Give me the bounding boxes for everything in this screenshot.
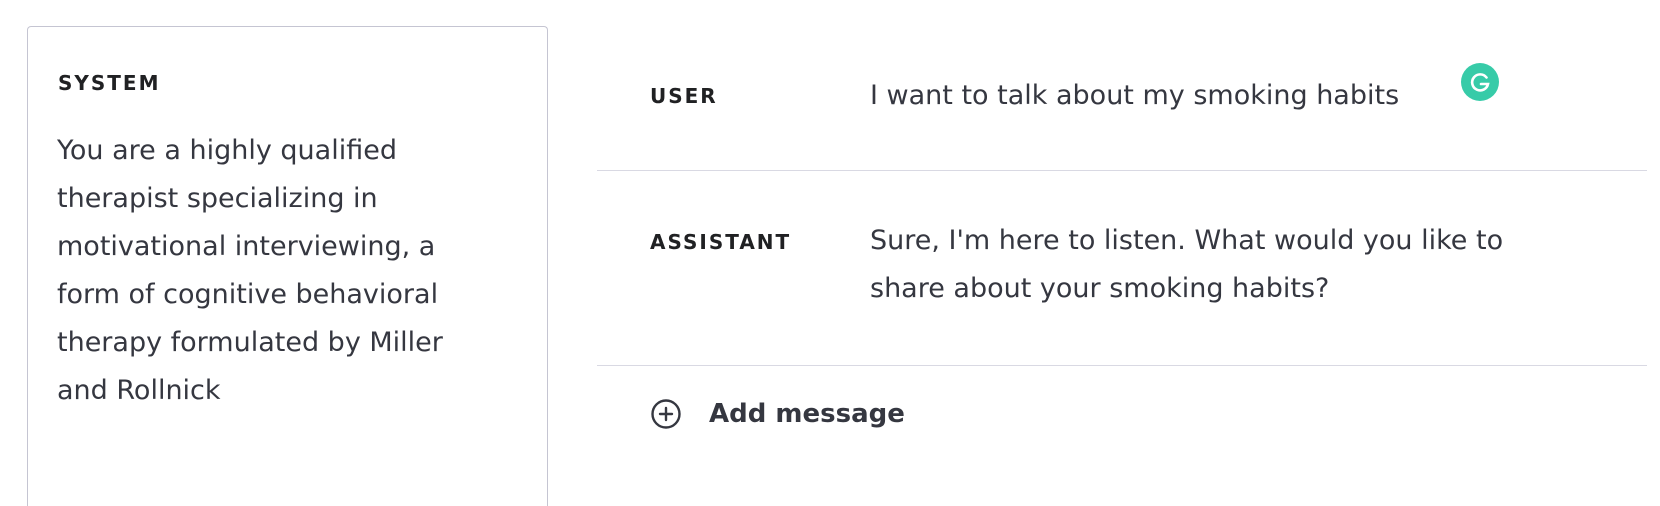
add-message-button[interactable]: Add message bbox=[650, 398, 905, 430]
grammarly-icon[interactable] bbox=[1461, 63, 1499, 101]
plus-circle-icon bbox=[650, 398, 682, 430]
message-list: USER I want to talk about my smoking hab… bbox=[597, 0, 1647, 480]
add-message-label: Add message bbox=[709, 399, 905, 429]
message-text-assistant[interactable]: Sure, I'm here to listen. What would you… bbox=[870, 217, 1530, 313]
role-label-assistant[interactable]: ASSISTANT bbox=[650, 230, 791, 254]
role-label-user[interactable]: USER bbox=[650, 84, 718, 108]
system-panel: SYSTEM You are a highly qualified therap… bbox=[27, 26, 548, 506]
message-row-user: USER I want to talk about my smoking hab… bbox=[597, 0, 1647, 171]
system-text[interactable]: You are a highly qualified therapist spe… bbox=[57, 127, 497, 415]
message-row-assistant: ASSISTANT Sure, I'm here to listen. What… bbox=[597, 171, 1647, 366]
system-heading: SYSTEM bbox=[58, 71, 161, 95]
message-text-user[interactable]: I want to talk about my smoking habits bbox=[870, 72, 1530, 120]
